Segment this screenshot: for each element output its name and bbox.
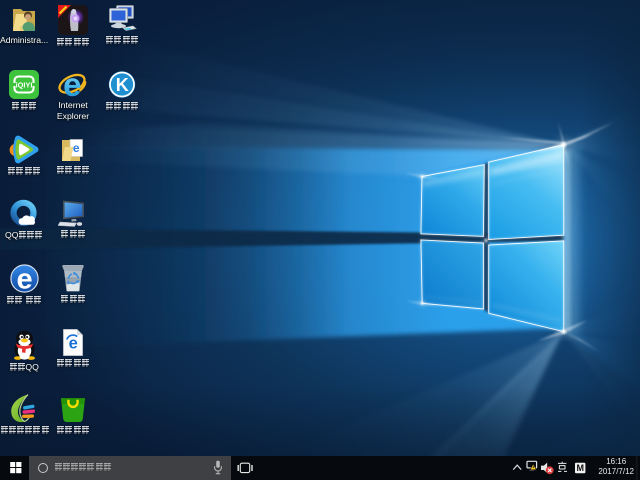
svg-text:M: M xyxy=(576,463,584,473)
svg-text:iQIYI: iQIYI xyxy=(16,81,33,90)
svg-text:e: e xyxy=(63,70,81,98)
svg-text:e: e xyxy=(73,141,80,155)
svg-text:e: e xyxy=(69,335,78,353)
svg-text:K: K xyxy=(116,75,129,95)
svg-text:e: e xyxy=(16,264,32,293)
